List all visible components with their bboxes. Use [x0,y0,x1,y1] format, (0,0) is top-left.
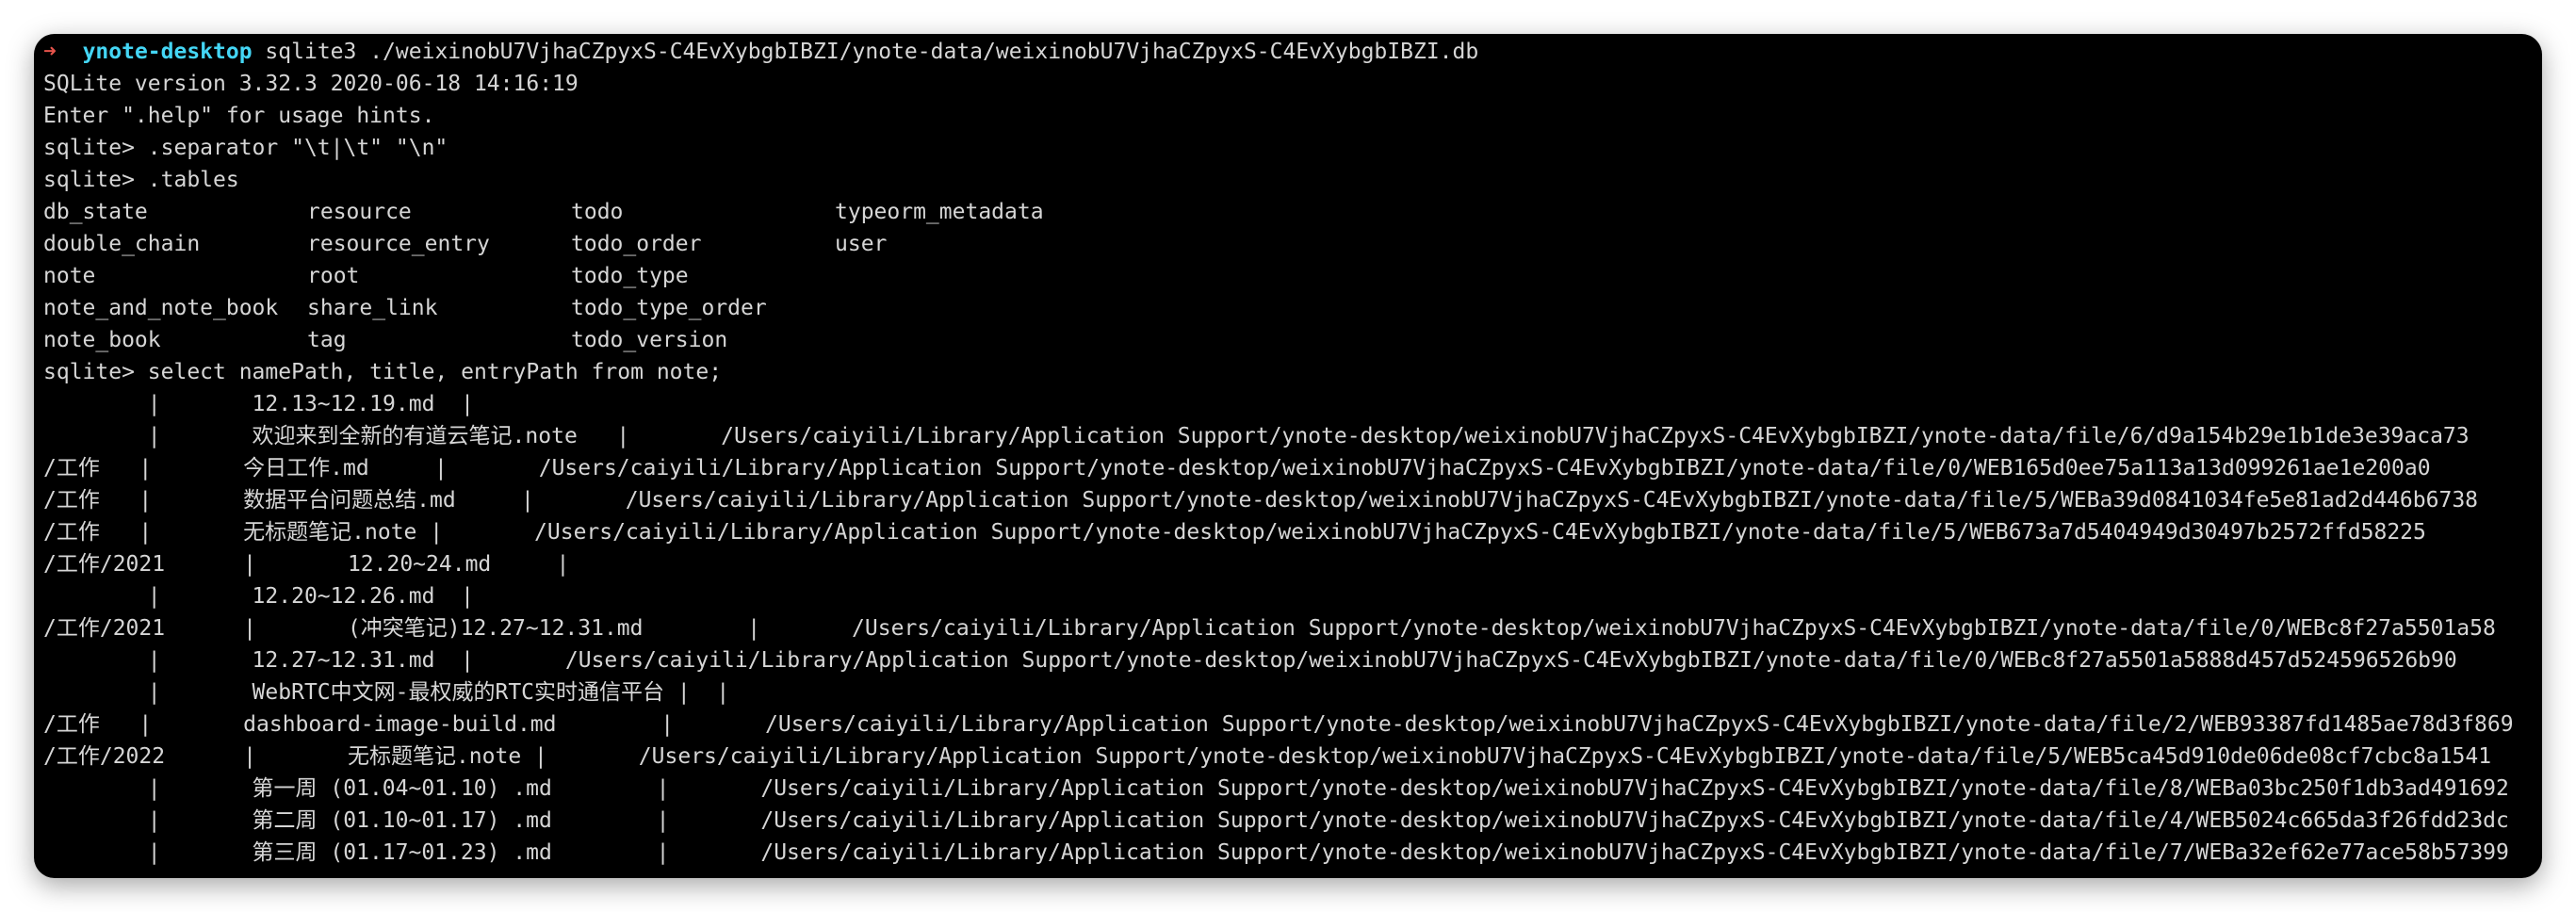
tables-row: note root todo_type [43,260,2542,292]
table-name: note_book [43,328,161,352]
table-name: db_state [43,200,148,224]
table-name: todo_version [571,328,728,352]
banner-version: SQLite version 3.32.3 2020-06-18 14:16:1… [43,72,579,96]
table-name: note [43,264,96,288]
query-result-row: /工作/2021 | 12.20~24.md | [43,552,570,577]
query-result-row: | 12.20~12.26.md | [43,584,474,609]
query-result-row: /工作 | dashboard-image-build.md | /Users/… [43,712,2514,737]
table-name: share_link [307,296,438,320]
command-tables: sqlite> .tables [43,168,239,192]
table-name: user [835,232,888,256]
command-select: sqlite> select namePath, title, entryPat… [43,360,723,384]
table-name: todo [571,200,624,224]
query-result-row: | 12.13~12.19.md | [43,392,474,416]
query-result-row: /工作/2021 | (冲突笔记)12.27~12.31.md | /Users… [43,616,2496,641]
query-result-row: | 第三周 (01.17~01.23) .md | /Users/caiyili… [43,840,2509,865]
table-name: root [307,264,360,288]
command-separator: sqlite> .separator "\t|\t" "\n" [43,136,448,160]
tables-row: double_chain resource_entry todo_order user [43,228,2542,260]
table-name: resource [307,200,412,224]
tables-row: note_book tag todo_version [43,324,2542,356]
table-name: tag [307,328,347,352]
table-name: resource_entry [307,232,490,256]
table-name: todo_type_order [571,296,767,320]
tables-row: note_and_note_book share_link todo_type_or… [43,292,2542,324]
query-result-row: /工作 | 无标题笔记.note | /Users/caiyili/Librar… [43,520,2426,545]
query-result-row: | 欢迎来到全新的有道云笔记.note | /Users/caiyili/Lib… [43,424,2470,448]
terminal-output[interactable]: ➜ ynote-desktop sqlite3 ./weixinobU7Vjha… [43,36,2542,878]
prompt-command: sqlite3 ./weixinobU7VjhaCZpyxS-C4EvXybgb… [252,40,1479,64]
prompt-line: ➜ ynote-desktop sqlite3 ./weixinobU7Vjha… [43,36,2542,68]
query-result-row: | 第二周 (01.10~01.17) .md | /Users/caiyili… [43,808,2509,833]
query-result-row: | WebRTC中文网-最权威的RTC实时通信平台 | | [43,680,730,705]
table-name: double_chain [43,232,201,256]
banner-help: Enter ".help" for usage hints. [43,104,435,128]
query-result-row: /工作 | 今日工作.md | /Users/caiyili/Library/A… [43,456,2431,480]
table-name: todo_type [571,264,689,288]
query-result-row: | 12.27~12.31.md | /Users/caiyili/Librar… [43,648,2457,673]
query-result-row: /工作 | 数据平台问题总结.md | /Users/caiyili/Libra… [43,488,2479,513]
query-result-row: | 第一周 (01.04~01.10) .md | /Users/caiyili… [43,776,2509,801]
table-name: todo_order [571,232,702,256]
prompt-arrow-icon: ➜ [43,40,57,64]
query-result-row: /工作/2022 | 无标题笔记.note | /Users/caiyili/L… [43,744,2492,769]
prompt-host: ynote-desktop [82,40,253,64]
table-name: typeorm_metadata [835,200,1044,224]
terminal-window[interactable]: ➜ ynote-desktop sqlite3 ./weixinobU7Vjha… [34,34,2542,878]
tables-row: db_state resource todo typeorm_metadata [43,196,2542,228]
table-name: note_and_note_book [43,296,279,320]
